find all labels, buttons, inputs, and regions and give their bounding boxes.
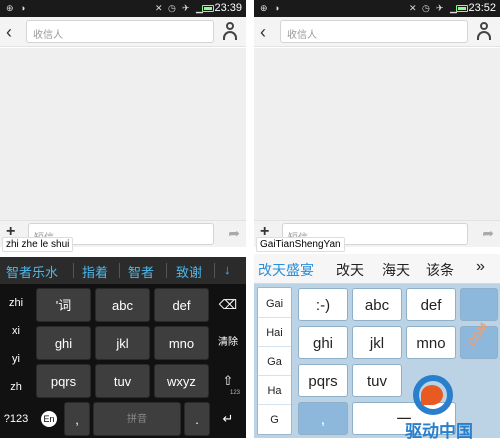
key-mno[interactable]: mno — [406, 326, 456, 359]
syllable-list: Gai Hai Ga Ha G — [257, 287, 292, 435]
syllable-item[interactable]: Gai — [258, 290, 291, 318]
expand-candidates-icon[interactable]: ↓ — [224, 262, 231, 277]
divider — [246, 0, 254, 438]
candidate-word[interactable]: 指着 — [82, 262, 108, 281]
recipient-input[interactable]: 收信人 — [280, 20, 468, 43]
key-mno[interactable]: mno — [154, 326, 209, 360]
status-time: 23:39 — [214, 2, 242, 14]
syllable-item[interactable]: Ga — [258, 348, 291, 376]
space-key[interactable]: 拼音 — [93, 402, 181, 436]
syllable-item[interactable]: Ha — [258, 377, 291, 405]
syllable-item[interactable]: zhi — [0, 290, 32, 316]
enter-key[interactable]: ↵ — [212, 402, 244, 436]
candidate-word[interactable]: 该条 — [426, 260, 454, 280]
pinyin-composition: GaiTianShengYan — [256, 237, 345, 252]
alarm-icon: ◷ — [422, 3, 430, 13]
left-screenshot: ⊕ ◑ ✕ ◷ ✈ ▁ 23:39 ‹ 收信人 + 短信 ➦ zhi zhe l… — [0, 0, 246, 438]
send-icon[interactable]: ➦ — [228, 225, 240, 242]
key-ghi[interactable]: ghi — [298, 326, 348, 359]
backspace-key[interactable] — [460, 288, 498, 321]
chat-icon: ◑ — [274, 3, 280, 13]
airplane-icon: ✈ — [436, 3, 444, 13]
back-arrow-icon[interactable]: ‹ — [260, 22, 266, 43]
key-tuv[interactable]: tuv — [95, 364, 150, 398]
shift-sub-label: 123 — [229, 390, 240, 396]
key-jkl[interactable]: jkl — [352, 326, 402, 359]
candidate-bar: 智者乐水 指着 智者 致谢 ↓ — [0, 257, 246, 284]
send-icon[interactable]: ➦ — [482, 225, 494, 242]
message-thread — [0, 48, 246, 220]
recipient-bar: ‹ 收信人 — [0, 17, 246, 47]
logo-text: 驱动中国 — [405, 422, 473, 441]
candidate-word-selected[interactable]: 改天盛宴 — [258, 260, 314, 280]
candidate-word[interactable]: 智者乐水 — [6, 262, 58, 281]
candidate-word[interactable]: 智者 — [128, 262, 154, 281]
symbol-key[interactable]: ?123 — [0, 402, 32, 436]
status-bar: ⊕ ◑ ✕ ◷ ✈ ▁ 23:52 — [254, 0, 500, 17]
syllable-item[interactable]: Hai — [258, 319, 291, 347]
chat-icon: ◑ — [20, 3, 26, 13]
notification-icon: ⊕ — [260, 3, 268, 13]
divider — [166, 263, 167, 278]
divider — [214, 263, 215, 278]
key-abc[interactable]: abc — [352, 288, 402, 321]
candidate-bar: 改天盛宴 改天 海天 该条 » — [254, 254, 500, 284]
comma-key[interactable]: , — [64, 402, 90, 436]
battery-icon — [456, 5, 468, 12]
shift-arrow-icon: ⇧ — [222, 373, 234, 388]
key-emoticon[interactable]: :-) — [298, 288, 348, 321]
language-key[interactable]: En — [36, 402, 62, 436]
pinyin-composition: zhi zhe le shui — [2, 237, 74, 252]
clear-key[interactable]: 清除 — [212, 326, 244, 360]
key-abc[interactable]: abc — [95, 288, 150, 322]
notification-icon: ⊕ — [6, 3, 14, 13]
airplane-icon: ✈ — [182, 3, 190, 13]
key-ghi[interactable]: ghi — [36, 326, 91, 360]
comma-key[interactable]: , — [298, 402, 348, 435]
recipient-input[interactable]: 收信人 — [26, 20, 214, 43]
syllable-item[interactable]: yi — [0, 346, 32, 372]
logo-bird-icon — [421, 385, 443, 405]
language-label: En — [41, 411, 57, 427]
recipient-bar: ‹ 收信人 — [254, 17, 500, 47]
candidate-word[interactable]: 致谢 — [176, 262, 202, 281]
key-def[interactable]: def — [154, 288, 209, 322]
battery-icon — [202, 5, 214, 12]
key-tuv[interactable]: tuv — [352, 364, 402, 397]
keyboard: zhi xi yi zh '词 abc def ⌫ ghi jkl mno 清除… — [0, 284, 246, 438]
message-thread — [254, 48, 500, 220]
status-time: 23:52 — [468, 2, 496, 14]
syllable-item[interactable]: zh — [0, 374, 32, 400]
expand-candidates-icon[interactable]: » — [476, 258, 485, 276]
syllable-item[interactable]: xi — [0, 318, 32, 344]
key-pqrs[interactable]: pqrs — [298, 364, 348, 397]
contact-icon[interactable] — [476, 22, 492, 40]
period-key[interactable]: . — [184, 402, 210, 436]
syllable-item[interactable]: G — [258, 406, 291, 434]
key-def[interactable]: def — [406, 288, 456, 321]
divider — [119, 263, 120, 278]
candidate-word[interactable]: 改天 — [336, 260, 364, 280]
key-punct[interactable]: '词 — [36, 288, 91, 322]
key-wxyz[interactable]: wxyz — [154, 364, 209, 398]
divider — [73, 263, 74, 278]
mute-icon: ✕ — [155, 3, 163, 13]
candidate-word[interactable]: 海天 — [382, 260, 410, 280]
status-bar: ⊕ ◑ ✕ ◷ ✈ ▁ 23:39 — [0, 0, 246, 17]
back-arrow-icon[interactable]: ‹ — [6, 22, 12, 43]
backspace-key[interactable]: ⌫ — [212, 288, 244, 322]
key-jkl[interactable]: jkl — [95, 326, 150, 360]
syllable-list: zhi xi yi zh — [0, 284, 32, 402]
site-logo: 驱动中国 — [405, 375, 500, 441]
contact-icon[interactable] — [222, 22, 238, 40]
alarm-icon: ◷ — [168, 3, 176, 13]
shift-key[interactable]: ⇧ 123 — [212, 364, 244, 398]
mute-icon: ✕ — [409, 3, 417, 13]
key-pqrs[interactable]: pqrs — [36, 364, 91, 398]
right-screenshot: ⊕ ◑ ✕ ◷ ✈ ▁ 23:52 ‹ 收信人 + 短信 ➦ GaiTianSh… — [254, 0, 500, 438]
